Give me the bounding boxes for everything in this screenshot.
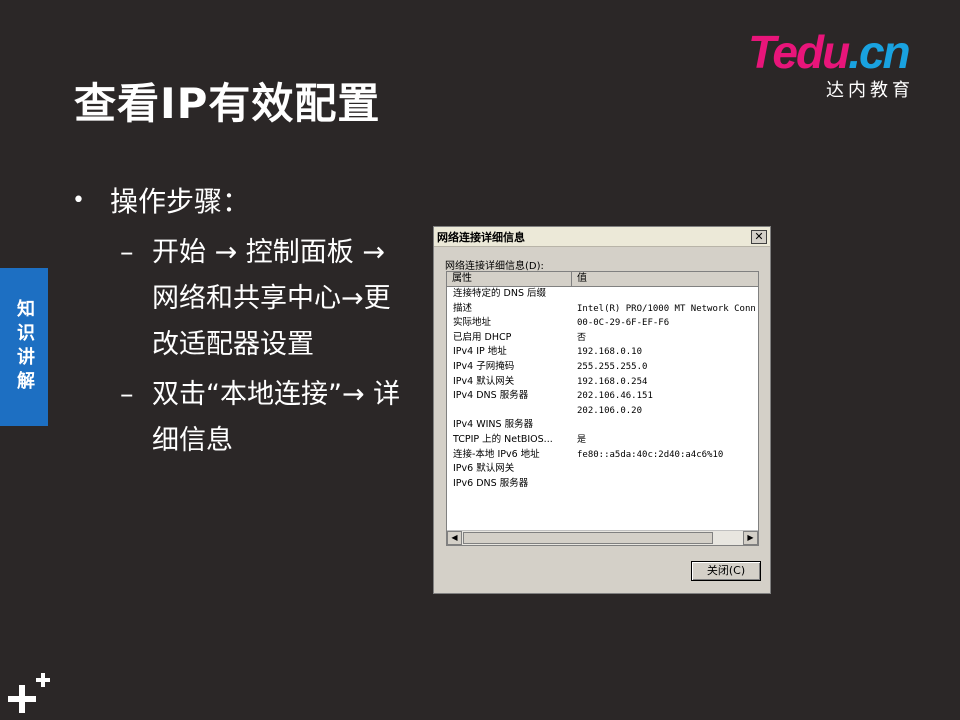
row-property: IPv4 IP 地址 [453, 346, 507, 358]
row-value: 192.168.0.254 [577, 376, 648, 387]
table-row[interactable]: IPv4 WINS 服务器 [447, 418, 758, 433]
column-header-property[interactable]: 属性 [447, 272, 572, 286]
logo-cn: .cn [848, 26, 910, 78]
plus-decoration-icon [8, 673, 50, 713]
dialog-title: 网络连接详细信息 [437, 230, 525, 244]
row-property: IPv6 默认网关 [453, 463, 515, 475]
row-property: 已启用 DHCP [453, 331, 512, 343]
bullet-main-text: 操作步骤： [110, 185, 251, 218]
row-property: IPv4 WINS 服务器 [453, 419, 534, 431]
row-value: Intel(R) PRO/1000 MT Network Conn [577, 303, 756, 314]
row-property: 连接-本地 IPv6 地址 [453, 448, 540, 460]
scrollbar-thumb[interactable] [463, 532, 713, 544]
logo-t: T [748, 26, 774, 78]
bullet-sub-1: – 开始 → 控制面板 → 网络和共享中心→更改适配器设置 [120, 230, 432, 368]
row-value [572, 287, 758, 302]
row-value: 是 [577, 434, 587, 445]
row-value: 202.106.46.151 [577, 391, 653, 402]
bullet-list: • 操作步骤： – 开始 → 控制面板 → 网络和共享中心→更改适配器设置 – … [72, 180, 432, 464]
dash-mark: – [120, 379, 134, 410]
horizontal-scrollbar[interactable]: ◀ ▶ [447, 530, 758, 545]
row-property: IPv6 DNS 服务器 [453, 477, 529, 489]
table-row[interactable]: IPv4 默认网关 192.168.0.254 [447, 375, 758, 390]
network-details-dialog: 网络连接详细信息 ✕ 网络连接详细信息(D): 属性 值 连接特定的 DNS 后… [433, 226, 771, 594]
table-row[interactable]: 连接特定的 DNS 后缀 [447, 287, 758, 302]
table-row[interactable]: IPv6 DNS 服务器 [447, 477, 758, 492]
bullet-sub-2-text: 双击“本地连接”→ 详细信息 [152, 379, 401, 456]
bullet-sub-2: – 双击“本地连接”→ 详细信息 [120, 372, 432, 464]
list-label: 网络连接详细信息(D): [445, 261, 544, 272]
row-property [447, 404, 572, 419]
list-rows: 连接特定的 DNS 后缀 描述 Intel(R) PRO/1000 MT Netwo… [447, 287, 758, 491]
list-header: 属性 值 [447, 272, 758, 287]
row-property: 描述 [453, 302, 473, 314]
table-row[interactable]: 实际地址 00-0C-29-6F-EF-F6 [447, 316, 758, 331]
row-value: fe80::a5da:40c:2d40:a4c6%10 [577, 449, 724, 460]
row-value: 202.106.0.20 [577, 405, 643, 416]
dash-mark: – [120, 237, 134, 268]
row-property: IPv4 DNS 服务器 [453, 390, 529, 402]
row-value: 255.255.255.0 [577, 361, 648, 372]
row-value [572, 477, 758, 492]
slide-title: 查看IP有效配置 [74, 79, 381, 128]
table-row[interactable]: 描述 Intel(R) PRO/1000 MT Network Conn [447, 302, 758, 317]
logo-edu: edu [772, 26, 850, 78]
logo-subtitle: 达内教育 [826, 80, 914, 101]
table-row[interactable]: IPv4 IP 地址 192.168.0.10 [447, 345, 758, 360]
row-property: IPv4 子网掩码 [453, 360, 515, 372]
table-row[interactable]: 已启用 DHCP 否 [447, 331, 758, 346]
tedu-logo: Tedu.cn 达内教育 [748, 26, 938, 101]
table-row[interactable]: 连接-本地 IPv6 地址 fe80::a5da:40c:2d40:a4c6%10 [447, 448, 758, 463]
row-value [572, 462, 758, 477]
bullet-main: • 操作步骤： [72, 180, 432, 220]
bullet-sub-1-text: 开始 → 控制面板 → 网络和共享中心→更改适配器设置 [152, 237, 391, 360]
table-row[interactable]: IPv6 默认网关 [447, 462, 758, 477]
row-property: TCPIP 上的 NetBIOS... [453, 433, 553, 445]
table-row[interactable]: 202.106.0.20 [447, 404, 758, 419]
bullet-dot: • [72, 187, 85, 213]
side-tab-label: 知识讲解 [14, 299, 35, 395]
row-value: 192.168.0.10 [577, 347, 643, 358]
row-property: 实际地址 [453, 317, 492, 329]
dialog-titlebar[interactable]: 网络连接详细信息 ✕ [434, 227, 770, 247]
side-tab: 知识讲解 [0, 268, 48, 426]
details-listview[interactable]: 属性 值 连接特定的 DNS 后缀 描述 Intel(R) PRO/1000 MT … [446, 271, 759, 546]
close-icon[interactable]: ✕ [751, 229, 767, 244]
column-header-value[interactable]: 值 [572, 272, 758, 286]
row-value: 否 [577, 332, 587, 343]
scroll-right-icon[interactable]: ▶ [743, 531, 758, 545]
scroll-left-icon[interactable]: ◀ [447, 531, 462, 545]
row-value: 00-0C-29-6F-EF-F6 [577, 318, 670, 329]
table-row[interactable]: IPv4 子网掩码 255.255.255.0 [447, 360, 758, 375]
row-property: 连接特定的 DNS 后缀 [453, 288, 546, 299]
table-row[interactable]: TCPIP 上的 NetBIOS... 是 [447, 433, 758, 448]
logo-wordmark: Tedu.cn [748, 26, 911, 78]
close-button[interactable]: 关闭(C) [691, 561, 761, 581]
table-row[interactable]: IPv4 DNS 服务器 202.106.46.151 [447, 389, 758, 404]
row-value [572, 418, 758, 433]
row-property: IPv4 默认网关 [453, 375, 515, 387]
